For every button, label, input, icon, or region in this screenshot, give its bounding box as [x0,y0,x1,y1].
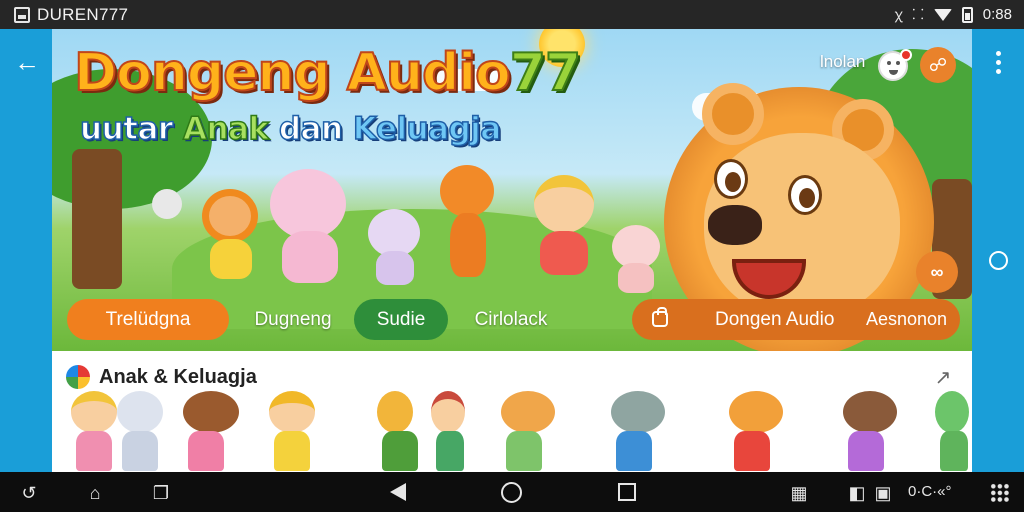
lock-icon[interactable] [652,307,668,327]
dongen-audio-link[interactable]: Dongen Audio [715,299,834,340]
notification-badge [900,49,912,61]
wifi-icon [933,8,952,21]
home-outline-icon[interactable]: ⌂ [84,482,106,504]
screenshot-icon[interactable]: ▣ [872,482,894,504]
overflow-menu-icon[interactable] [991,51,1005,77]
status-bar: DUREN777 ꭓ ⸬ 0:88 [0,0,1024,29]
nav-back-icon[interactable] [390,483,406,501]
character-thumbnail-mouse[interactable] [598,385,668,472]
tab-cirlolack[interactable]: Cirlolack [456,299,566,340]
nav-status-text: 0·C·«° [908,483,952,500]
lion-eye [788,175,822,215]
nav-recent-icon[interactable] [618,483,636,501]
screen-mirror-icon[interactable]: ◧ [846,482,868,504]
apps-grid-icon[interactable] [990,483,1010,503]
hero-title: Dongeng Audio77 [73,42,582,104]
tab-dugneng[interactable]: Dugneng [237,299,349,340]
audio-pill: Dongen Audio Aesnonon [632,299,960,340]
character-thumbnail-frog[interactable] [922,385,972,472]
back-arrow-icon[interactable]: ← [14,49,40,75]
tree-trunk-decoration [72,149,122,289]
floating-circle-button[interactable] [989,251,1008,270]
lion-nose [708,205,762,245]
character-thumbnail-bunny[interactable] [104,385,174,472]
status-app-name: DUREN777 [37,4,129,24]
hero-banner: Dongeng Audio77 uutar Anak dan Keluagja … [52,29,972,351]
hero-subtitle: uutar Anak dan Keluagja [79,110,502,148]
lock-icon[interactable]: ☍ [920,47,956,83]
nav-home-icon[interactable] [501,482,522,503]
character-thumbnail-cat[interactable] [830,385,900,472]
window-switch-icon[interactable]: ❐ [150,482,172,504]
signal-icon: ꭓ [894,6,903,22]
character-thumbnail-fox[interactable] [488,385,558,472]
status-clock: 0:88 [982,6,1012,23]
section-panel: Anak & Keluagja ↗ [52,351,972,472]
character-thumbnail-boy[interactable] [418,385,488,472]
status-right-group: ꭓ ⸬ 0:88 [894,0,1012,29]
data-icon: ⸬ [912,6,924,22]
system-nav-bar: ↺ ⌂ ❐ ▦ ◧ ▣ 0·C·«° [0,472,1024,512]
tab-sudie[interactable]: Sudie [354,299,448,340]
right-rail [972,29,1024,472]
lion-ear [702,83,764,145]
battery-icon [961,6,973,23]
app-notification-icon [14,6,30,23]
link-icon[interactable]: ∞ [916,251,958,293]
rotate-back-icon[interactable]: ↺ [18,482,40,504]
character-thumbnail-tiger[interactable] [716,385,786,472]
tab-trelüdgna[interactable]: Trelüdgna [67,299,229,340]
character-thumbnail-dog[interactable] [170,385,240,472]
lion-eye [714,159,748,199]
qr-scan-icon[interactable]: ▦ [788,482,810,504]
login-label[interactable]: lnolan [820,52,865,72]
character-thumbnail-kid-hat[interactable] [256,385,326,472]
aesnonon-link[interactable]: Aesnonon [866,299,947,340]
left-rail: ← [0,29,52,472]
